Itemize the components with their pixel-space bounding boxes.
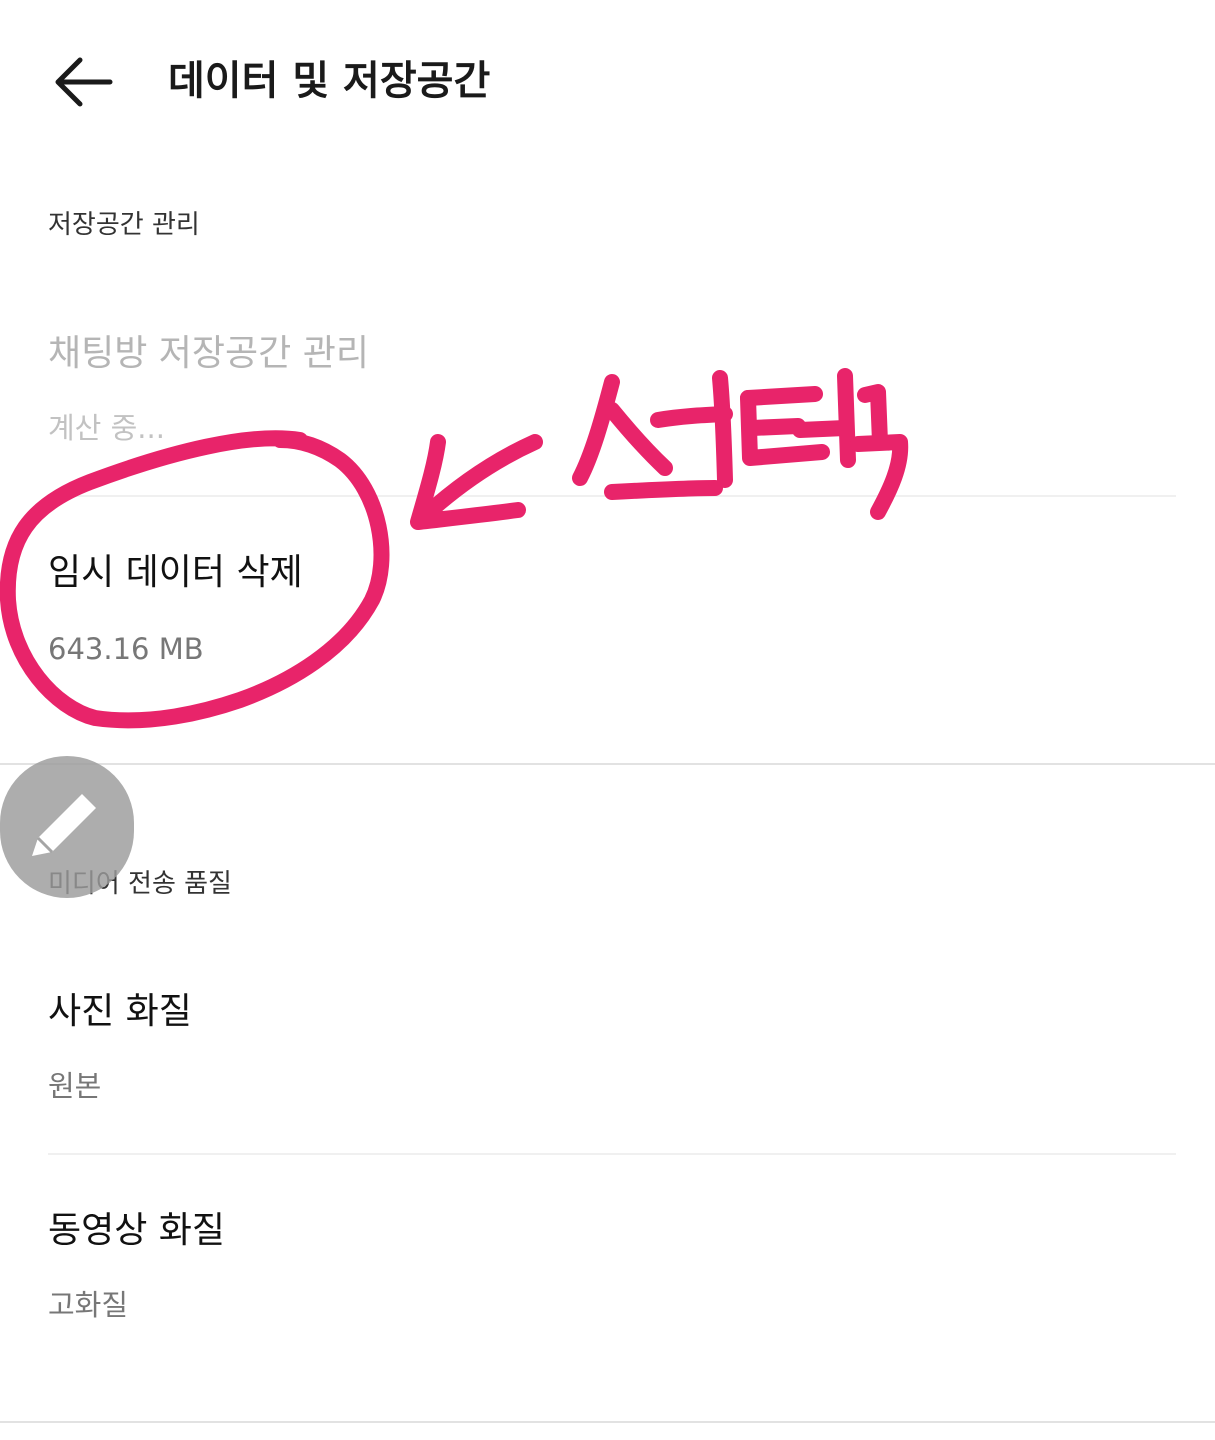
- item-title: 사진 화질: [48, 991, 192, 1032]
- back-arrow-icon[interactable]: [50, 52, 114, 116]
- photo-quality-item[interactable]: 사진 화질 원본: [0, 960, 1215, 1152]
- item-subtitle: 고화질: [48, 1288, 129, 1322]
- app-bar: 데이터 및 저장공간: [0, 0, 1215, 165]
- item-subtitle: 643.16 MB: [48, 632, 204, 666]
- section-divider: [0, 1421, 1215, 1423]
- item-title: 동영상 화질: [48, 1210, 226, 1251]
- item-title: 채팅방 저장공간 관리: [48, 333, 369, 374]
- item-subtitle: 계산 중...: [48, 411, 165, 445]
- section-header-storage: 저장공간 관리: [48, 210, 200, 240]
- clear-temp-data-item[interactable]: 임시 데이터 삭제 643.16 MB: [0, 497, 1215, 762]
- item-title: 임시 데이터 삭제: [48, 552, 303, 593]
- section-divider: [0, 763, 1215, 765]
- settings-page: 데이터 및 저장공간 저장공간 관리 채팅방 저장공간 관리 계산 중... 임…: [0, 0, 1215, 1440]
- floating-edit-button[interactable]: [0, 756, 134, 898]
- page-title: 데이터 및 저장공간: [168, 58, 491, 104]
- chatroom-storage-item[interactable]: 채팅방 저장공간 관리 계산 중...: [0, 320, 1215, 495]
- item-subtitle: 원본: [48, 1069, 102, 1103]
- video-quality-item[interactable]: 동영상 화질 고화질: [0, 1155, 1215, 1420]
- pencil-icon: [32, 794, 96, 856]
